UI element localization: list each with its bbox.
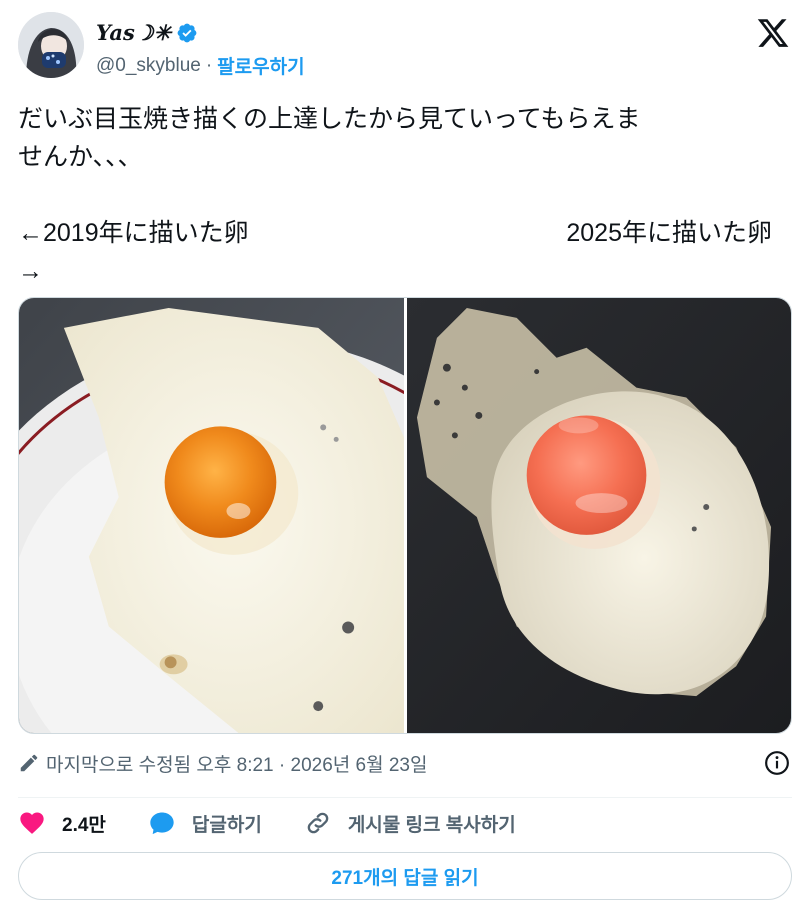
link-icon <box>307 812 329 834</box>
right-label: 2025年に描いた卵 <box>566 219 772 247</box>
arrow-line: → <box>18 257 43 285</box>
tweet-text: だいぶ目玉焼き描くの上達したから見ていってもらえま せんか、、、 ←2019年に… <box>18 100 788 290</box>
read-replies-button[interactable]: 271개의 답글 읽기 <box>18 852 792 900</box>
action-bar: 2.4만 답글하기 게시물 링크 복사하기 <box>18 806 558 840</box>
copy-link-label: 게시물 링크 복사하기 <box>347 814 516 836</box>
edited-timestamp-row: 마지막으로 수정됨 오후 8:21 · 2026년 6월 23일 <box>18 748 792 778</box>
reply-button[interactable]: 답글하기 <box>148 809 262 837</box>
tweet-header: Yas☽✳ @0_skyblue · 팔로우하기 <box>18 12 792 82</box>
egg-image-2019[interactable] <box>19 298 404 733</box>
read-replies-label: 271개의 답글 읽기 <box>331 867 479 889</box>
like-button[interactable]: 2.4만 <box>18 809 106 837</box>
handle[interactable]: @0_skyblue <box>96 55 201 77</box>
speech-bubble-icon <box>150 812 174 835</box>
info-icon[interactable] <box>764 750 790 776</box>
left-label: ←2019年に描いた卵 <box>18 219 249 247</box>
x-logo-icon[interactable] <box>756 16 790 50</box>
divider <box>18 797 792 798</box>
tweet-text-line-2: せんか、、、 <box>18 143 143 171</box>
verified-badge-icon <box>177 23 197 42</box>
handle-row: @0_skyblue · 팔로우하기 <box>96 52 305 79</box>
name-row: Yas☽✳ <box>96 20 198 45</box>
reply-label: 답글하기 <box>191 814 262 836</box>
avatar[interactable] <box>18 12 84 78</box>
copy-link-button[interactable]: 게시물 링크 복사하기 <box>304 809 516 837</box>
media-grid <box>18 297 792 734</box>
egg-image-2025[interactable] <box>407 298 791 733</box>
display-name[interactable]: Yas☽✳ <box>96 20 171 45</box>
heart-icon <box>20 812 44 834</box>
tweet-text-line-1: だいぶ目玉焼き描くの上達したから見ていってもらえま <box>18 105 641 133</box>
pencil-icon <box>20 754 38 772</box>
edited-timestamp[interactable]: 마지막으로 수정됨 오후 8:21 · 2026년 6월 23일 <box>46 750 427 777</box>
separator-dot: · <box>205 54 213 76</box>
like-count: 2.4만 <box>62 814 106 836</box>
compare-labels: ←2019年に描いた卵 2025年に描いた卵 <box>18 214 772 252</box>
follow-button[interactable]: 팔로우하기 <box>217 52 304 79</box>
